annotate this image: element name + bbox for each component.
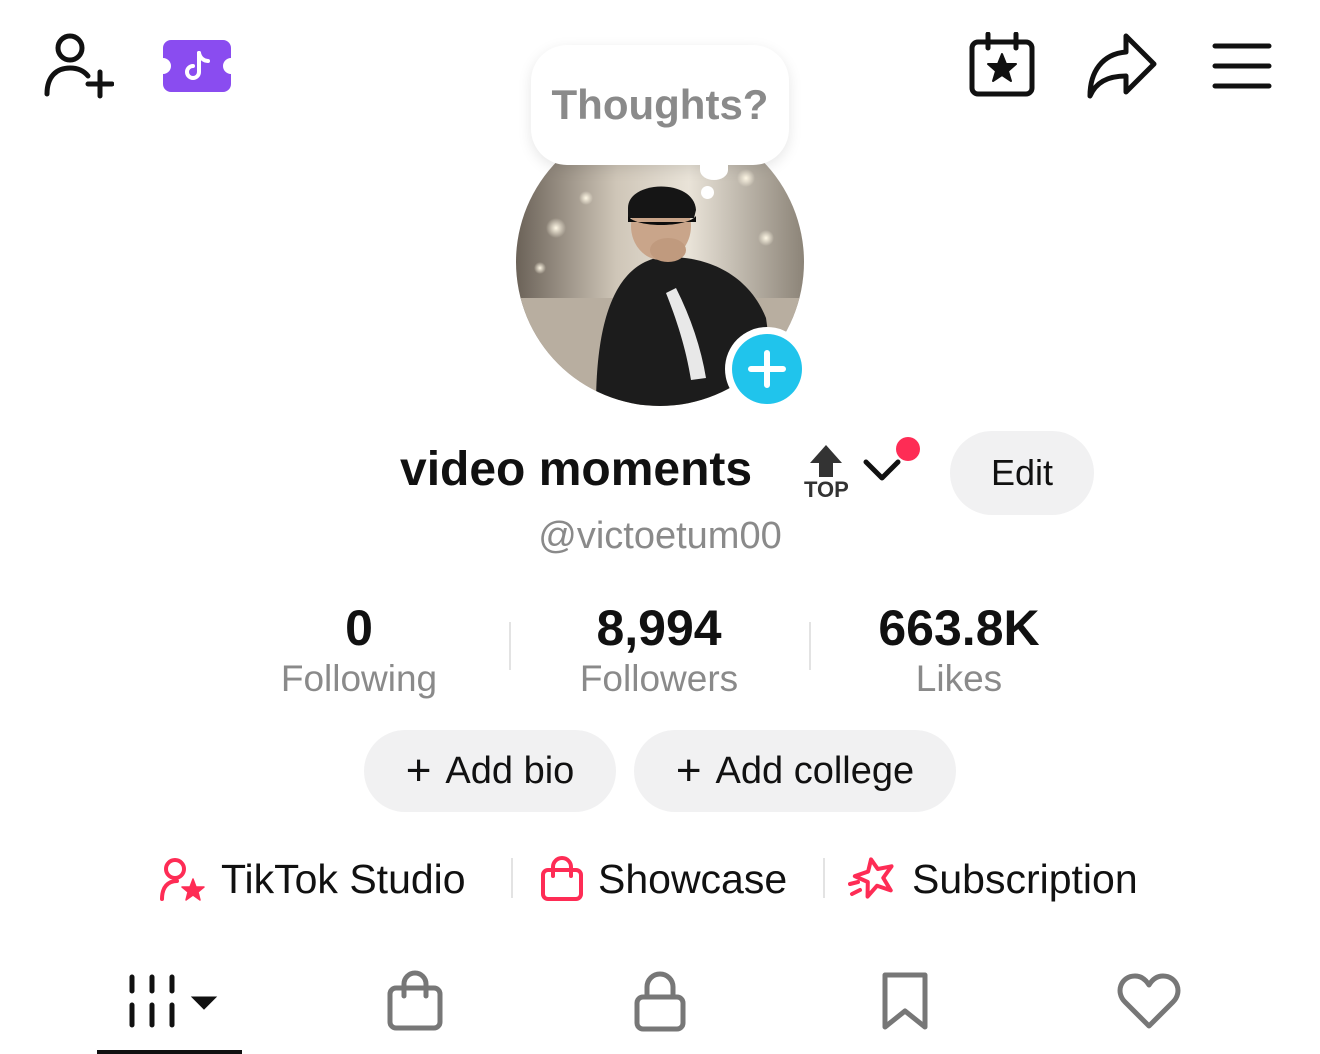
calendar-star-icon[interactable] (968, 32, 1036, 98)
menu-icon[interactable] (1212, 42, 1272, 90)
stat-followers[interactable]: 8,994 Followers (529, 600, 789, 702)
tab-shop[interactable] (386, 966, 444, 1036)
stat-value: 8,994 (596, 600, 722, 656)
add-story-button[interactable] (725, 327, 809, 411)
tiktok-studio-link[interactable]: TikTok Studio (159, 852, 466, 906)
stat-following[interactable]: 0 Following (229, 600, 489, 702)
showcase-link[interactable]: Showcase (540, 852, 787, 906)
bubble-dot (701, 186, 714, 199)
thoughts-bubble[interactable]: Thoughts? (531, 45, 789, 165)
tiktok-coin-ticket-icon[interactable] (163, 40, 231, 92)
subscription-star-icon (848, 856, 898, 902)
stat-label: Following (280, 658, 438, 699)
liked-heart-icon (1117, 972, 1181, 1030)
bubble-tail (700, 160, 728, 180)
notification-dot (896, 437, 920, 461)
arrow-up-icon (810, 445, 842, 477)
add-bio-label: Add bio (445, 749, 575, 792)
tab-saved[interactable] (880, 966, 930, 1036)
edit-profile-button[interactable]: Edit (950, 431, 1094, 515)
profile-name: video moments (400, 443, 753, 496)
thoughts-text: Thoughts? (551, 81, 769, 128)
add-friend-icon[interactable] (42, 28, 114, 100)
divider (511, 858, 513, 898)
plus-icon (732, 334, 802, 404)
videos-grid-icon (128, 973, 220, 1029)
stat-label: Likes (915, 658, 1003, 699)
private-lock-icon (633, 969, 687, 1033)
tab-videos[interactable] (128, 966, 220, 1036)
top-badge: TOP (802, 443, 850, 503)
stat-likes[interactable]: 663.8K Likes (829, 600, 1089, 702)
shopping-bag-icon (540, 856, 584, 902)
stat-label: Followers (579, 658, 739, 699)
creator-star-icon (159, 857, 207, 901)
plus-icon: + (405, 746, 432, 795)
divider (509, 622, 511, 670)
add-college-label: Add college (715, 749, 915, 792)
share-icon[interactable] (1086, 32, 1158, 100)
plus-icon: + (675, 746, 702, 795)
subscription-link[interactable]: Subscription (848, 852, 1138, 906)
top-badge-label: TOP (804, 477, 849, 502)
tab-private[interactable] (633, 966, 687, 1036)
stat-value: 0 (345, 600, 373, 656)
divider (823, 858, 825, 898)
subscription-label: Subscription (912, 855, 1138, 902)
bookmark-icon (880, 971, 930, 1031)
tiktok-studio-label: TikTok Studio (221, 855, 466, 902)
showcase-label: Showcase (598, 855, 788, 902)
profile-handle: @victoetum00 (538, 515, 782, 557)
account-switch-chevron-icon[interactable] (862, 456, 902, 489)
divider (809, 622, 811, 670)
shop-bag-icon (386, 970, 444, 1032)
tab-liked[interactable] (1117, 966, 1181, 1036)
add-college-button[interactable]: + Add college (634, 730, 956, 812)
stat-value: 663.8K (878, 600, 1040, 656)
add-bio-button[interactable]: + Add bio (364, 730, 616, 812)
active-tab-indicator (97, 1050, 242, 1054)
